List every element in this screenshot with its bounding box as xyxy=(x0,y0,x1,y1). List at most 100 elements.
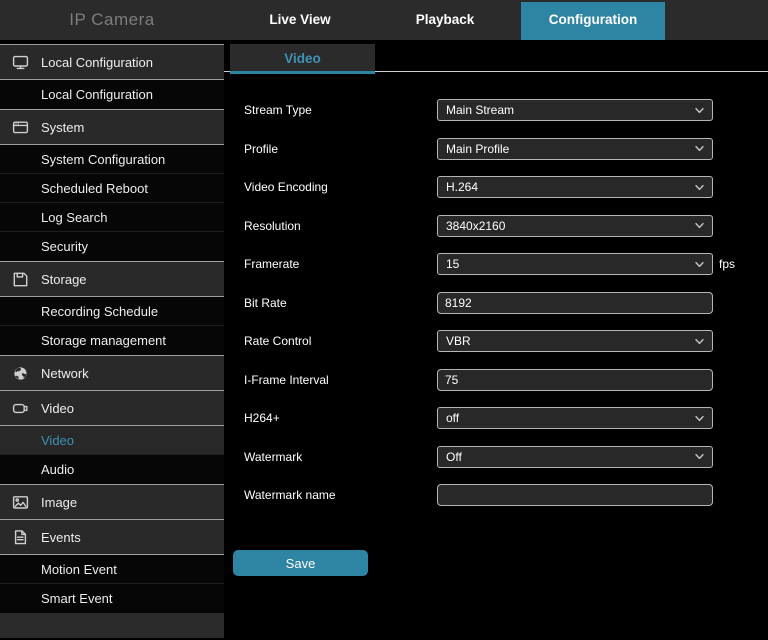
tab-configuration[interactable]: Configuration xyxy=(521,2,665,40)
profile-label: Profile xyxy=(244,142,437,156)
watermark-name-label: Watermark name xyxy=(244,488,437,502)
framerate-label: Framerate xyxy=(244,257,437,271)
sidebar-item-label: Smart Event xyxy=(41,591,113,606)
i-frame-interval-field[interactable] xyxy=(437,369,713,391)
video-settings-form: Stream Type Main Stream Profile Main Profil… xyxy=(224,91,768,515)
sidebar-group-video[interactable]: Video xyxy=(0,391,224,426)
sidebar-item-label: Video xyxy=(41,401,74,416)
rate-control-label: Rate Control xyxy=(244,334,437,348)
rate-control-select[interactable]: VBR xyxy=(437,330,713,352)
monitor-icon xyxy=(12,54,29,71)
sidebar-item-motion-event[interactable]: Motion Event xyxy=(0,555,224,584)
watermark-select[interactable]: Off xyxy=(437,446,713,468)
tab-live-view[interactable]: Live View xyxy=(225,0,375,40)
chevron-down-icon xyxy=(694,259,705,270)
sidebar-item-security[interactable]: Security xyxy=(0,232,224,261)
resolution-select[interactable]: 3840x2160 xyxy=(437,215,713,237)
profile-select[interactable]: Main Profile xyxy=(437,138,713,160)
sidebar-item-label: Storage xyxy=(41,272,87,287)
tab-playback[interactable]: Playback xyxy=(380,0,510,40)
chevron-down-icon xyxy=(694,182,705,193)
chevron-down-icon xyxy=(694,105,705,116)
sidebar-item-label: Network xyxy=(41,366,89,381)
i-frame-interval-label: I-Frame Interval xyxy=(244,373,437,387)
resolution-label: Resolution xyxy=(244,219,437,233)
sidebar-group-image[interactable]: Image xyxy=(0,484,224,520)
content-tab-bar: Video xyxy=(224,44,768,72)
resolution-selected-value: 3840x2160 xyxy=(446,216,694,236)
sidebar-item-storage-management[interactable]: Storage management xyxy=(0,326,224,355)
sidebar-group-local-configuration[interactable]: Local Configuration xyxy=(0,44,224,80)
chevron-down-icon xyxy=(694,220,705,231)
chevron-down-icon xyxy=(694,143,705,154)
app-title: IP Camera xyxy=(0,0,224,40)
chevron-down-icon xyxy=(694,336,705,347)
sidebar-item-label: Security xyxy=(41,239,88,254)
sidebar-item-label: Audio xyxy=(41,462,74,477)
sidebar-item-local-configuration[interactable]: Local Configuration xyxy=(0,80,224,109)
sidebar-item-system-configuration[interactable]: System Configuration xyxy=(0,145,224,174)
network-globe-icon xyxy=(12,365,29,382)
sidebar-item-label: System xyxy=(41,120,84,135)
sidebar-group-network[interactable]: Network xyxy=(0,355,224,391)
sidebar-item-log-search[interactable]: Log Search xyxy=(0,203,224,232)
sidebar-item-label: Log Search xyxy=(41,210,108,225)
form-row-framerate: Framerate 15 fps xyxy=(224,245,768,284)
sidebar-item-scheduled-reboot[interactable]: Scheduled Reboot xyxy=(0,174,224,203)
stream-type-selected-value: Main Stream xyxy=(446,100,694,120)
video-encoding-selected-value: H.264 xyxy=(446,177,694,197)
sidebar-group-system[interactable]: System xyxy=(0,109,224,145)
profile-selected-value: Main Profile xyxy=(446,139,694,159)
sidebar-group-storage[interactable]: Storage xyxy=(0,261,224,297)
form-row-watermark-name: Watermark name xyxy=(224,476,768,515)
system-window-icon xyxy=(12,119,29,136)
sidebar-item-recording-schedule[interactable]: Recording Schedule xyxy=(0,297,224,326)
storage-disk-icon xyxy=(12,271,29,288)
sidebar-item-smart-event[interactable]: Smart Event xyxy=(0,584,224,613)
h264-plus-selected-value: off xyxy=(446,408,694,428)
save-button[interactable]: Save xyxy=(233,550,368,576)
chevron-down-icon xyxy=(694,451,705,462)
h264-plus-label: H264+ xyxy=(244,411,437,425)
form-row-stream-type: Stream Type Main Stream xyxy=(224,91,768,130)
form-row-i-frame-interval: I-Frame Interval xyxy=(224,361,768,400)
sidebar-item-label: Scheduled Reboot xyxy=(41,181,148,196)
chevron-down-icon xyxy=(694,413,705,424)
sidebar-group-events[interactable]: Events xyxy=(0,520,224,555)
sidebar-item-audio[interactable]: Audio xyxy=(0,455,224,484)
sidebar-item-label: Recording Schedule xyxy=(41,304,158,319)
stream-type-select[interactable]: Main Stream xyxy=(437,99,713,121)
watermark-name-field[interactable] xyxy=(437,484,713,506)
sidebar-item-label: Local Configuration xyxy=(41,87,153,102)
watermark-selected-value: Off xyxy=(446,447,694,467)
top-bar: IP Camera Live View Playback Configurati… xyxy=(0,0,768,40)
form-row-profile: Profile Main Profile xyxy=(224,130,768,169)
stream-type-label: Stream Type xyxy=(244,103,437,117)
sidebar-item-label: Local Configuration xyxy=(41,55,153,70)
framerate-unit-label: fps xyxy=(719,257,735,271)
sidebar-footer xyxy=(0,613,224,638)
framerate-selected-value: 15 xyxy=(446,254,694,274)
form-row-watermark: Watermark Off xyxy=(224,438,768,477)
framerate-select[interactable]: 15 xyxy=(437,253,713,275)
watermark-label: Watermark xyxy=(244,450,437,464)
bit-rate-label: Bit Rate xyxy=(244,296,437,310)
bit-rate-field[interactable] xyxy=(437,292,713,314)
video-camera-icon xyxy=(12,400,29,417)
tab-video[interactable]: Video xyxy=(230,44,375,72)
rate-control-selected-value: VBR xyxy=(446,331,694,351)
sidebar-item-video[interactable]: Video xyxy=(0,426,224,455)
sidebar-item-label: Video xyxy=(41,433,74,448)
sidebar-item-label: Events xyxy=(41,530,81,545)
form-row-h264-plus: H264+ off xyxy=(224,399,768,438)
video-encoding-select[interactable]: H.264 xyxy=(437,176,713,198)
h264-plus-select[interactable]: off xyxy=(437,407,713,429)
video-encoding-label: Video Encoding xyxy=(244,180,437,194)
form-row-video-encoding: Video Encoding H.264 xyxy=(224,168,768,207)
sidebar-nav: Local Configuration Local Configuration Sy… xyxy=(0,44,224,640)
sidebar-item-label: Motion Event xyxy=(41,562,117,577)
form-row-rate-control: Rate Control VBR xyxy=(224,322,768,361)
form-row-bit-rate: Bit Rate xyxy=(224,284,768,323)
events-document-icon xyxy=(12,529,29,546)
main-content: Video Stream Type Main Stream Profile Main … xyxy=(224,40,768,640)
